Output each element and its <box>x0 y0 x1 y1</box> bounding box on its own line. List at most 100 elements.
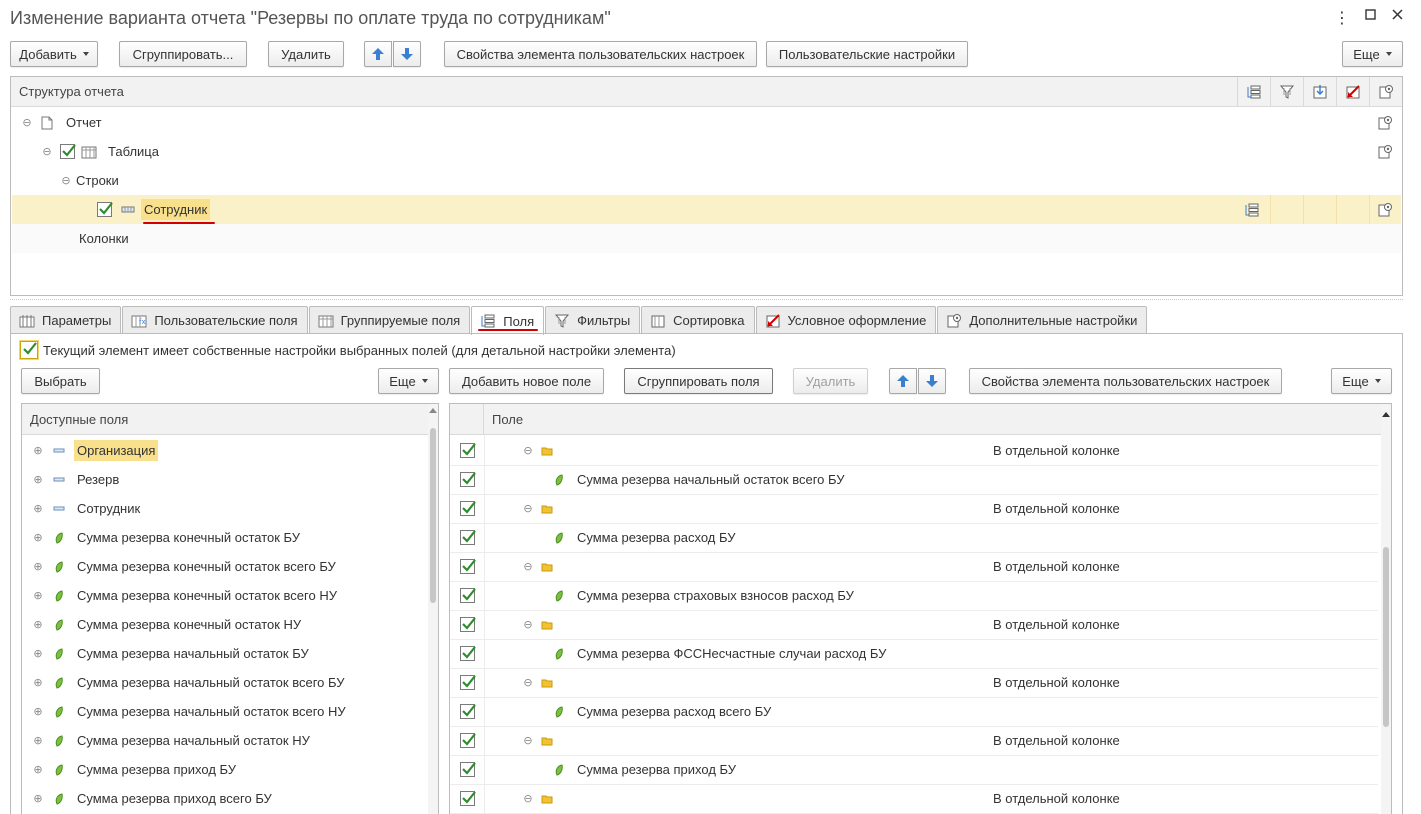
own-settings-checkbox[interactable] <box>20 341 38 359</box>
splitter[interactable] <box>10 299 1403 300</box>
tree-row-rows[interactable]: ⊖ Строки <box>12 166 1401 195</box>
selected-field-row[interactable]: Сумма резерва ФССНесчастные случаи расхо… <box>451 639 1379 668</box>
available-field-row[interactable]: ⊕ Сумма резерва начальный остаток всего Б… <box>23 668 427 697</box>
close-icon[interactable] <box>1391 8 1405 27</box>
collapse-icon[interactable]: ⊖ <box>59 174 73 187</box>
selected-group-row[interactable]: ⊖ В отдельной колонке <box>451 668 1379 697</box>
field-move-up-button[interactable] <box>889 368 917 394</box>
available-field-row[interactable]: ⊕ Сумма резерва конечный остаток всего НУ <box>23 581 427 610</box>
selected-group-row[interactable]: ⊖ В отдельной колонке <box>451 784 1379 813</box>
selected-group-row[interactable]: ⊖ В отдельной колонке <box>451 726 1379 755</box>
collapse-icon[interactable]: ⊖ <box>521 560 535 573</box>
expand-icon[interactable]: ⊕ <box>31 647 45 660</box>
collapse-icon[interactable]: ⊖ <box>521 502 535 515</box>
field-checkbox[interactable] <box>460 443 476 458</box>
tab-user-fields[interactable]: fx Пользовательские поля <box>122 306 308 334</box>
add-button[interactable]: Добавить <box>10 41 98 67</box>
group-fields-button[interactable]: Сгруппировать поля <box>624 368 773 394</box>
selected-scrollbar[interactable] <box>1381 404 1391 814</box>
field-properties-button[interactable]: Свойства элемента пользовательских настр… <box>969 368 1282 394</box>
move-down-button[interactable] <box>393 41 421 67</box>
available-scrollbar[interactable] <box>428 404 438 814</box>
field-move-down-button[interactable] <box>918 368 946 394</box>
available-field-row[interactable]: ⊕ Сумма резерва приход всего БУ <box>23 784 427 813</box>
available-field-row[interactable]: ⊕ Резерв <box>23 465 427 494</box>
employee-checkbox[interactable] <box>97 202 113 217</box>
expand-icon[interactable]: ⊕ <box>31 589 45 602</box>
more-icon[interactable]: ⋮ <box>1334 8 1350 28</box>
field-checkbox[interactable] <box>460 733 476 748</box>
selected-field-row[interactable]: Сумма резерва приход БУ <box>451 755 1379 784</box>
field-checkbox[interactable] <box>460 559 476 574</box>
user-settings-button[interactable]: Пользовательские настройки <box>766 41 968 67</box>
selected-field-row[interactable]: Сумма резерва расход БУ <box>451 523 1379 552</box>
own-settings-option[interactable]: Текущий элемент имеет собственные настро… <box>20 341 676 359</box>
conditional-format-column-icon[interactable] <box>1336 77 1369 107</box>
tab-conditional-format[interactable]: Условное оформление <box>755 306 937 334</box>
scroll-up-icon[interactable] <box>1382 412 1390 417</box>
field-checkbox[interactable] <box>460 675 476 690</box>
add-new-field-button[interactable]: Добавить новое поле <box>449 368 604 394</box>
selected-group-row[interactable]: ⊖ В отдельной колонке <box>451 552 1379 581</box>
extra-settings-icon[interactable] <box>1377 115 1393 131</box>
extra-settings-icon[interactable] <box>1377 202 1393 218</box>
extra-settings-icon[interactable] <box>1377 144 1393 160</box>
selected-group-row[interactable]: ⊖ В отдельной колонке <box>451 610 1379 639</box>
tab-parameters[interactable]: Параметры <box>10 306 122 334</box>
field-checkbox[interactable] <box>460 617 476 632</box>
select-button[interactable]: Выбрать <box>21 368 100 394</box>
collapse-icon[interactable]: ⊖ <box>521 444 535 457</box>
field-checkbox[interactable] <box>460 704 476 719</box>
delete-field-button[interactable]: Удалить <box>793 368 868 394</box>
collapse-icon[interactable]: ⊖ <box>521 734 535 747</box>
tab-filters[interactable]: Фильтры <box>545 306 641 334</box>
expand-icon[interactable]: ⊕ <box>31 531 45 544</box>
tree-row-report[interactable]: ⊖ Отчет <box>12 108 1401 137</box>
expand-icon[interactable]: ⊕ <box>31 473 45 486</box>
available-field-row[interactable]: ⊕ Сумма резерва начальный остаток всего Н… <box>23 697 427 726</box>
selected-group-row[interactable]: ⊖ В отдельной колонке <box>451 494 1379 523</box>
tab-grouping-fields[interactable]: Группируемые поля <box>308 306 471 334</box>
fields-column-icon[interactable] <box>1237 77 1270 107</box>
tab-fields[interactable]: Поля <box>471 306 545 335</box>
expand-icon[interactable]: ⊕ <box>31 676 45 689</box>
available-more-button[interactable]: Еще <box>378 368 439 394</box>
expand-icon[interactable]: ⊕ <box>31 734 45 747</box>
collapse-icon[interactable]: ⊖ <box>521 676 535 689</box>
tree-row-columns[interactable]: Колонки <box>12 224 1401 253</box>
expand-icon[interactable]: ⊕ <box>31 502 45 515</box>
field-checkbox[interactable] <box>460 588 476 603</box>
available-scroll-thumb[interactable] <box>430 428 436 603</box>
selected-scroll-thumb[interactable] <box>1383 547 1389 727</box>
expand-icon[interactable]: ⊕ <box>31 618 45 631</box>
available-field-row[interactable]: ⊕ Сумма резерва начальный остаток НУ <box>23 726 427 755</box>
available-field-row[interactable]: ⊕ Сумма резерва начальный остаток БУ <box>23 639 427 668</box>
selected-more-button[interactable]: Еще <box>1331 368 1392 394</box>
selected-field-row[interactable]: Сумма резерва расход всего БУ <box>451 697 1379 726</box>
available-field-row[interactable]: ⊕ Сотрудник <box>23 494 427 523</box>
selected-group-row[interactable]: ⊖ В отдельной колонке <box>451 436 1379 465</box>
element-properties-button[interactable]: Свойства элемента пользовательских настр… <box>444 41 757 67</box>
available-field-row[interactable]: ⊕ Организация <box>23 436 427 465</box>
field-checkbox[interactable] <box>460 646 476 661</box>
expand-icon[interactable]: ⊕ <box>31 560 45 573</box>
field-checkbox[interactable] <box>460 472 476 487</box>
expand-icon[interactable]: ⊕ <box>31 444 45 457</box>
more-button[interactable]: Еще <box>1342 41 1403 67</box>
available-field-row[interactable]: ⊕ Сумма резерва конечный остаток НУ <box>23 610 427 639</box>
group-button[interactable]: Сгруппировать... <box>119 41 247 67</box>
field-checkbox[interactable] <box>460 791 476 806</box>
tab-sort[interactable]: Сортировка <box>641 306 755 334</box>
sort-column-icon[interactable] <box>1303 77 1336 107</box>
move-up-button[interactable] <box>364 41 392 67</box>
delete-button[interactable]: Удалить <box>268 41 344 67</box>
available-field-row[interactable]: ⊕ Сумма резерва конечный остаток всего БУ <box>23 552 427 581</box>
expand-icon[interactable]: ⊕ <box>31 763 45 776</box>
collapse-icon[interactable]: ⊖ <box>40 145 54 158</box>
fields-icon[interactable] <box>1244 202 1260 218</box>
collapse-icon[interactable]: ⊖ <box>521 618 535 631</box>
selected-field-row[interactable]: Сумма резерва страховых взносов расход Б… <box>451 581 1379 610</box>
expand-icon[interactable]: ⊕ <box>31 705 45 718</box>
tab-extra-settings[interactable]: Дополнительные настройки <box>937 306 1148 334</box>
available-field-row[interactable]: ⊕ Сумма резерва конечный остаток БУ <box>23 523 427 552</box>
